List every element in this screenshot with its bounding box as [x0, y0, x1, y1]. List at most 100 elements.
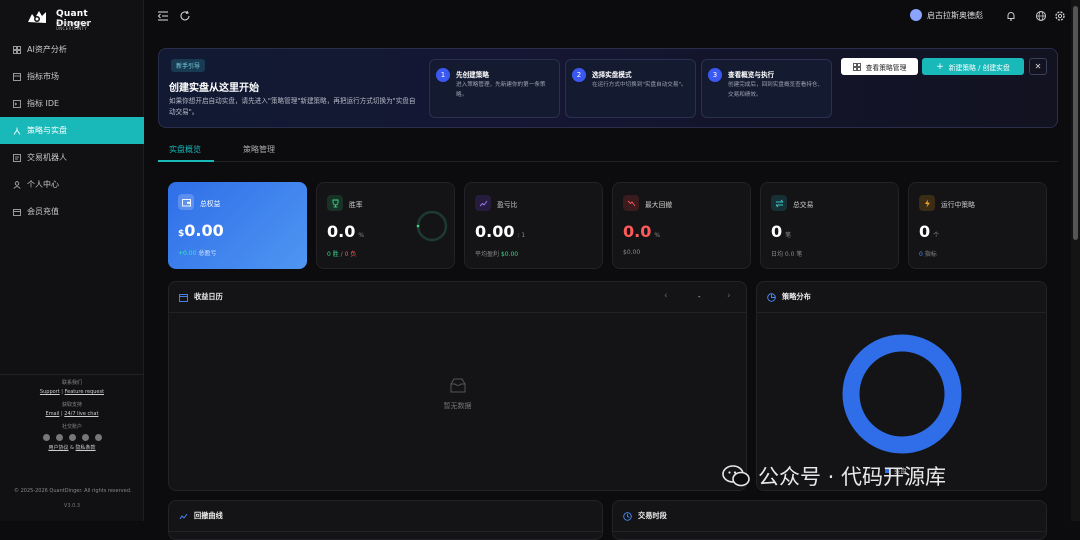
robot-icon: [13, 153, 21, 162]
stat-label: 胜率: [349, 201, 363, 209]
youtube-icon[interactable]: [94, 434, 102, 441]
view-strategy-label: 查看策略管理: [865, 63, 907, 72]
version: V3.0.3: [63, 503, 81, 509]
strategy-icon: [13, 127, 21, 135]
active-tab-indicator: [158, 160, 214, 162]
step-number: 2: [572, 68, 586, 82]
sidebar-item-strategy[interactable]: 策略与实盘: [0, 117, 144, 144]
refresh-icon[interactable]: [179, 10, 191, 22]
guide-step-3: 3 查看概览与执行 创建完成后，回到实盘概览查看持仓、交易和绩效。: [701, 59, 832, 118]
winrate-ring: [416, 210, 448, 242]
help-title: 获取支持: [61, 402, 82, 408]
globe-icon[interactable]: [1035, 10, 1047, 22]
stat-sub: 平均盈利 $0.00: [475, 251, 519, 258]
github-icon[interactable]: [42, 434, 50, 441]
privacy-link[interactable]: 隐私条款: [76, 445, 96, 451]
panel-header: 收益日历: [169, 282, 746, 313]
calendar-title: 收益日历: [194, 292, 223, 301]
social-title: 社交账户: [61, 424, 82, 430]
chevron-right-icon[interactable]: ›: [727, 291, 731, 301]
plus-icon: +: [936, 61, 944, 72]
stat-label: 最大回撤: [645, 201, 673, 209]
sidebar-item-indicator-ide[interactable]: 指标 IDE: [0, 90, 144, 117]
bell-icon[interactable]: [1005, 10, 1017, 22]
chevron-left-icon[interactable]: ‹: [664, 291, 668, 301]
drawdown-curve-panel: 回撤曲线: [168, 500, 603, 540]
sidebar-nav: AI资产分析 指标市场 指标 IDE 策略与实盘 交易机器人 个人中心 会员充值: [0, 36, 144, 225]
stat-value: 0笔: [771, 222, 792, 241]
app-logo[interactable]: Quant Dinger CLARITY FROM UNCERTAINTY: [26, 8, 118, 31]
empty-inbox-icon: [450, 378, 465, 393]
stat-sub: $0.00: [623, 249, 641, 256]
calendar-icon: [179, 293, 188, 302]
page-scrollbar[interactable]: [1071, 0, 1080, 521]
stat-label: 盈亏比: [497, 201, 518, 209]
user-name: 启古拉斯奥德彪: [927, 10, 983, 20]
tab-strategy-management[interactable]: 策略管理: [243, 144, 275, 155]
and-text: &: [70, 445, 74, 451]
user-agreement-link[interactable]: 用户协议: [48, 445, 68, 451]
wechat-icon: [722, 465, 750, 487]
tab-overview[interactable]: 实盘概览: [169, 144, 201, 155]
sidebar: Quant Dinger CLARITY FROM UNCERTAINTY AI…: [0, 0, 144, 521]
discord-icon[interactable]: [68, 434, 76, 441]
guide-step-2: 2 选择实盘模式 在运行方式中切换到"实盘自动交易"。: [565, 59, 696, 118]
sidebar-item-membership[interactable]: 会员充值: [0, 198, 144, 225]
settings-icon[interactable]: [1054, 10, 1066, 22]
distribution-donut: [842, 334, 962, 454]
scrollbar-thumb[interactable]: [1073, 6, 1078, 240]
view-strategy-button[interactable]: 查看策略管理: [841, 58, 918, 75]
contact-title: 联系我们: [61, 380, 82, 386]
guide-desc: 如果你想开启自动实盘，请先进入"策略管理"新建策略，再把运行方式切换为"实盘自动…: [169, 97, 416, 116]
sidebar-item-label: 个人中心: [27, 180, 59, 189]
live-chat-link[interactable]: 24/7 live chat: [64, 411, 98, 417]
stat-sub: 0 胜 / 0 负: [327, 251, 357, 258]
close-guide-button[interactable]: ✕: [1029, 58, 1047, 75]
menu-fold-icon[interactable]: [157, 10, 169, 22]
stat-value: 0个: [919, 222, 940, 241]
step-number: 3: [708, 68, 722, 82]
x-icon[interactable]: [55, 434, 63, 441]
support-link[interactable]: Support: [40, 389, 60, 395]
sidebar-item-label: 交易机器人: [27, 153, 67, 162]
feature-request-link[interactable]: Feature request: [65, 389, 105, 395]
store-icon: [13, 72, 21, 81]
time-title: 交易时段: [638, 511, 667, 520]
telegram-icon[interactable]: [81, 434, 89, 441]
sidebar-item-label: 指标市场: [27, 72, 59, 81]
tab-bar: 实盘概览 策略管理: [158, 140, 1058, 162]
stat-value: $0.00: [178, 221, 224, 240]
stat-card-total-trades: 总交易 0笔 日均 0.0 笔: [760, 182, 899, 269]
sidebar-footer: 联系我们 Support | Feature request 获取支持 Emai…: [0, 374, 144, 521]
email-link[interactable]: Email: [46, 411, 60, 417]
sidebar-item-profile[interactable]: 个人中心: [0, 171, 144, 198]
step-title: 查看概览与执行: [728, 71, 775, 79]
panel-header: 策略分布: [757, 282, 1046, 313]
step-number: 1: [436, 68, 450, 82]
watermark-text: 公众号 · 代码开源库: [758, 465, 947, 489]
bolt-icon: [919, 195, 935, 211]
trend-up-icon: [475, 195, 491, 211]
guide-step-1: 1 先创建策略 进入策略管理，先新建你的第一条策略。: [429, 59, 560, 118]
stat-label: 总交易: [793, 201, 814, 209]
step-desc: 在运行方式中切换到"实盘自动交易"。: [592, 82, 687, 88]
guide-badge: 新手引导: [171, 59, 206, 72]
trend-down-icon: [623, 195, 639, 211]
sidebar-item-label: 会员充值: [27, 207, 59, 216]
stat-card-equity: 总权益 $0.00 +0.00 总盈亏: [168, 182, 307, 269]
stat-card-profit-ratio: 盈亏比 0.00: 1 平均盈利 $0.00: [464, 182, 603, 269]
sidebar-item-ai-analysis[interactable]: AI资产分析: [0, 36, 144, 63]
guide-title: 创建实盘从这里开始: [169, 83, 259, 94]
user-menu[interactable]: 启古拉斯奥德彪: [910, 9, 983, 21]
stat-sub: 0 指标: [919, 251, 937, 258]
user-icon: [13, 180, 21, 189]
clock-icon: [623, 511, 632, 521]
close-icon: ✕: [1034, 62, 1042, 71]
sidebar-item-trading-bot[interactable]: 交易机器人: [0, 144, 144, 171]
new-strategy-button[interactable]: + 新建策略 / 创建实盘: [922, 58, 1024, 75]
copyright: © 2025-2026 QuantDinger. All rights rese…: [14, 488, 132, 494]
sidebar-item-label: 策略与实盘: [27, 126, 67, 135]
step-desc: 创建完成后，回到实盘概览查看持仓、交易和绩效。: [728, 82, 824, 98]
sidebar-item-indicator-market[interactable]: 指标市场: [0, 63, 144, 90]
empty-state: 暂无数据: [169, 378, 746, 411]
